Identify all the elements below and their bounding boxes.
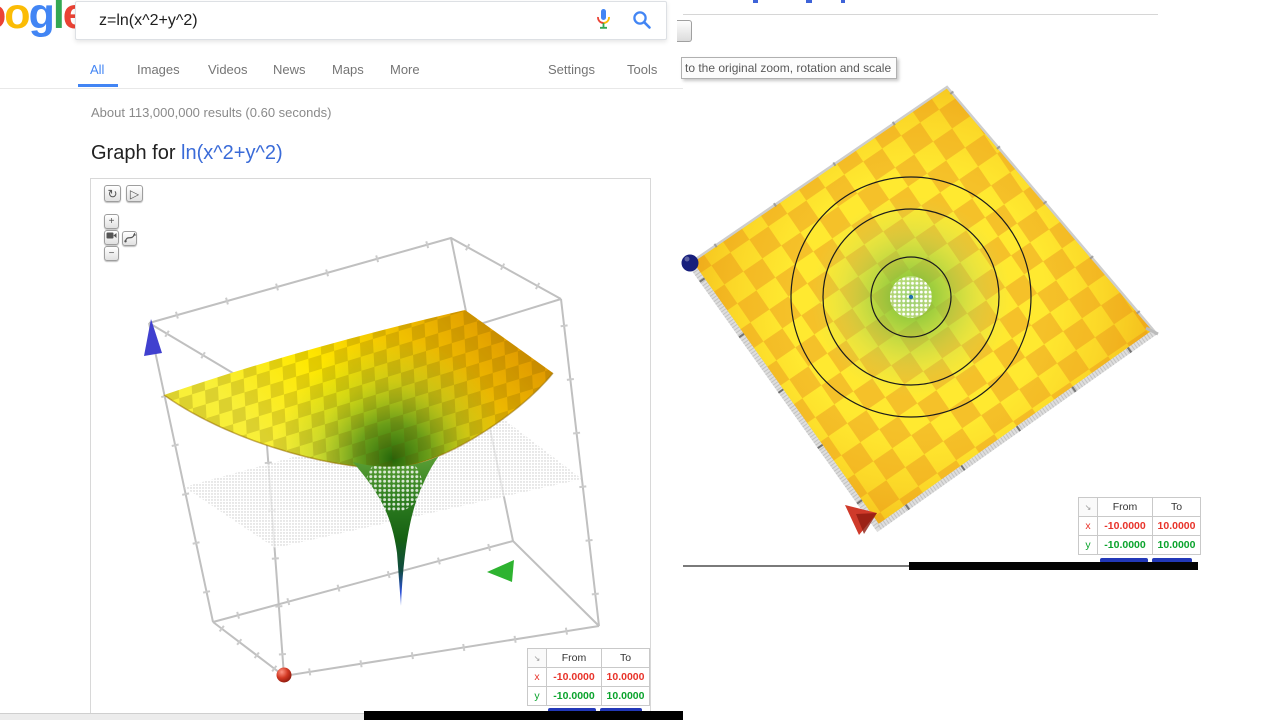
path-flyout-button[interactable]	[122, 231, 137, 246]
y-axis-arrow	[487, 560, 514, 582]
range-table-right: ↘ From To x -10.0000 10.0000 y -10.0000 …	[1078, 497, 1201, 555]
result-stats: About 113,000,000 results (0.60 seconds)	[91, 105, 331, 120]
camera-button[interactable]	[104, 230, 119, 245]
graph-panel-3d: ↻ ▷ + −	[90, 178, 651, 720]
logo-letter: l	[53, 0, 63, 38]
table-row-y: y -10.0000 10.0000	[1079, 536, 1201, 555]
right-panel-divider	[683, 14, 1158, 15]
menu-tools[interactable]: Tools	[627, 62, 657, 77]
y-from-cell[interactable]: -10.0000	[547, 687, 602, 706]
origin-sphere	[277, 668, 292, 683]
y-to-cell[interactable]: 10.0000	[602, 687, 650, 706]
result-tabs: All Images Videos News Maps More Setting…	[0, 62, 683, 78]
axis-label-y: y	[528, 687, 547, 706]
y-to-cell[interactable]: 10.0000	[1153, 536, 1201, 555]
tabs-divider	[0, 88, 683, 89]
z-axis-dot-top-view	[682, 255, 699, 272]
google-logo[interactable]: oogle	[0, 0, 85, 39]
range-table-left: ↘ From To x -10.0000 10.0000 y -10.0000 …	[527, 648, 650, 706]
clipped-link-fragment	[806, 0, 812, 3]
menu-settings[interactable]: Settings	[548, 62, 595, 77]
heading-prefix: Graph for	[91, 142, 181, 164]
reset-view-tooltip: to the original zoom, rotation and scale	[681, 57, 897, 79]
table-row-y: y -10.0000 10.0000	[528, 687, 650, 706]
table-corner-icon[interactable]: ↘	[1079, 498, 1098, 517]
page-title: Graph for ln(x^2+y^2)	[91, 142, 283, 165]
active-tab-underline	[78, 84, 118, 87]
black-window-edge-left	[364, 711, 683, 720]
heading-equation-link[interactable]: ln(x^2+y^2)	[181, 142, 283, 164]
taskbar-edge	[0, 713, 364, 720]
search-input[interactable]	[97, 2, 571, 39]
table-row-x: x -10.0000 10.0000	[528, 668, 650, 687]
search-box[interactable]	[75, 1, 667, 40]
table-row-x: x -10.0000 10.0000	[1079, 517, 1201, 536]
tab-news[interactable]: News	[273, 62, 306, 77]
mic-icon[interactable]	[596, 9, 611, 37]
tab-more[interactable]: More	[390, 62, 420, 77]
col-header-to: To	[602, 649, 650, 668]
table-corner-icon[interactable]: ↘	[528, 649, 547, 668]
col-header-from: From	[547, 649, 602, 668]
col-header-from: From	[1098, 498, 1153, 517]
right-panel-bottom-edge	[683, 565, 909, 567]
logo-letter: g	[29, 0, 53, 38]
axis-label-y: y	[1079, 536, 1098, 555]
tab-all[interactable]: All	[90, 62, 104, 77]
path-rotate-icon	[124, 232, 136, 243]
play-button[interactable]: ▷	[126, 185, 143, 202]
black-window-edge-right	[909, 562, 1198, 570]
origin-dot	[909, 295, 913, 299]
refresh-button[interactable]: ↻	[104, 185, 121, 202]
tab-videos[interactable]: Videos	[208, 62, 248, 77]
x-to-cell[interactable]: 10.0000	[1153, 517, 1201, 536]
screen: oogle All Images Videos News Maps More S…	[0, 0, 1280, 720]
col-header-to: To	[1153, 498, 1201, 517]
tab-images[interactable]: Images	[137, 62, 180, 77]
zoom-out-button[interactable]: −	[104, 246, 119, 261]
axis-label-x: x	[1079, 517, 1098, 536]
x-to-cell[interactable]: 10.0000	[602, 668, 650, 687]
search-icon[interactable]	[632, 10, 652, 35]
surface-plot-top-view[interactable]	[680, 60, 1180, 565]
y-from-cell[interactable]: -10.0000	[1098, 536, 1153, 555]
camera-icon	[106, 231, 117, 240]
x-from-cell[interactable]: -10.0000	[547, 668, 602, 687]
clipped-link-fragment	[841, 0, 845, 3]
tab-maps[interactable]: Maps	[332, 62, 364, 77]
surface-plot-3d[interactable]	[91, 179, 650, 719]
axis-label-x: x	[528, 668, 547, 687]
clipped-link-fragment	[753, 0, 758, 3]
x-from-cell[interactable]: -10.0000	[1098, 517, 1153, 536]
clipped-toolbar-button[interactable]	[677, 20, 692, 42]
logo-letter: o	[4, 0, 28, 38]
zoom-in-button[interactable]: +	[104, 214, 119, 229]
z-axis-dot-highlight	[685, 257, 690, 262]
